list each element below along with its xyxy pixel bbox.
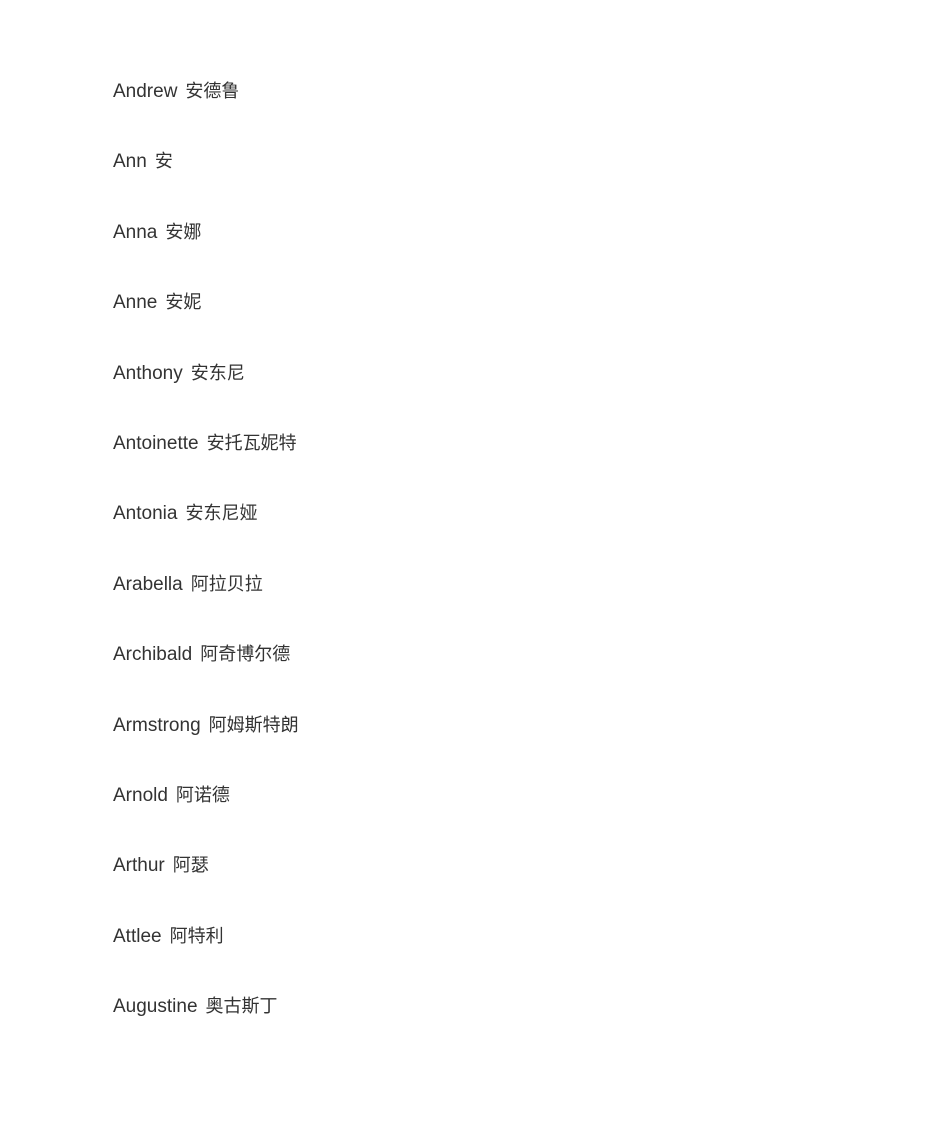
chinese-name: 安东尼 bbox=[190, 362, 245, 384]
chinese-name: 安妮 bbox=[165, 292, 202, 314]
english-name: Andrew bbox=[113, 81, 178, 102]
list-item: Anthony 安东尼 bbox=[113, 361, 299, 431]
name-list: Andrew 安德鲁 Ann 安 Anna 安娜 Anne 安妮 Anthony 安东尼 … bbox=[113, 79, 299, 1064]
list-item: Arthur 阿瑟 bbox=[113, 853, 299, 923]
chinese-name: 阿特利 bbox=[169, 925, 224, 947]
english-name: Archibald bbox=[113, 644, 193, 666]
english-name: Arthur bbox=[113, 855, 165, 877]
english-name: Ann bbox=[113, 151, 147, 173]
chinese-name: 阿瑟 bbox=[172, 855, 209, 877]
list-item: Ann 安 bbox=[113, 149, 299, 219]
english-name: Armstrong bbox=[113, 714, 201, 736]
document-page: Andrew 安德鲁 Ann 安 Anna 安娜 Anne 安妮 Anthony 安东尼 … bbox=[0, 0, 945, 1123]
english-name: Antoinette bbox=[113, 432, 199, 454]
chinese-name: 奥古斯丁 bbox=[205, 996, 278, 1018]
list-item: Attlee 阿特利 bbox=[113, 924, 299, 994]
list-item: Anna 安娜 bbox=[113, 220, 299, 290]
list-item: Arnold 阿诺德 bbox=[113, 783, 299, 853]
chinese-name: 安德鲁 bbox=[185, 81, 240, 102]
list-item: Arabella 阿拉贝拉 bbox=[113, 572, 299, 642]
chinese-name: 阿奇博尔德 bbox=[200, 644, 291, 666]
english-name: Anna bbox=[113, 221, 158, 243]
chinese-name: 安娜 bbox=[165, 221, 202, 243]
chinese-name: 安 bbox=[154, 151, 173, 173]
english-name: Attlee bbox=[113, 925, 162, 947]
list-item: Augustine 奥古斯丁 bbox=[113, 994, 299, 1064]
chinese-name: 阿拉贝拉 bbox=[190, 573, 263, 595]
list-item: Archibald 阿奇博尔德 bbox=[113, 642, 299, 712]
chinese-name: 阿诺德 bbox=[175, 784, 230, 806]
list-item: Anne 安妮 bbox=[113, 290, 299, 360]
chinese-name: 安托瓦妮特 bbox=[206, 432, 297, 454]
chinese-name: 安东尼娅 bbox=[185, 503, 258, 525]
english-name: Antonia bbox=[113, 503, 178, 525]
list-item: Antoinette 安托瓦妮特 bbox=[113, 431, 299, 501]
chinese-name: 阿姆斯特朗 bbox=[208, 714, 299, 736]
english-name: Arnold bbox=[113, 784, 168, 806]
list-item: Antonia 安东尼娅 bbox=[113, 501, 299, 571]
english-name: Arabella bbox=[113, 573, 183, 595]
english-name: Anne bbox=[113, 292, 158, 314]
english-name: Anthony bbox=[113, 362, 183, 384]
list-item: Armstrong 阿姆斯特朗 bbox=[113, 713, 299, 783]
english-name: Augustine bbox=[113, 996, 198, 1018]
list-item: Andrew 安德鲁 bbox=[113, 79, 299, 149]
